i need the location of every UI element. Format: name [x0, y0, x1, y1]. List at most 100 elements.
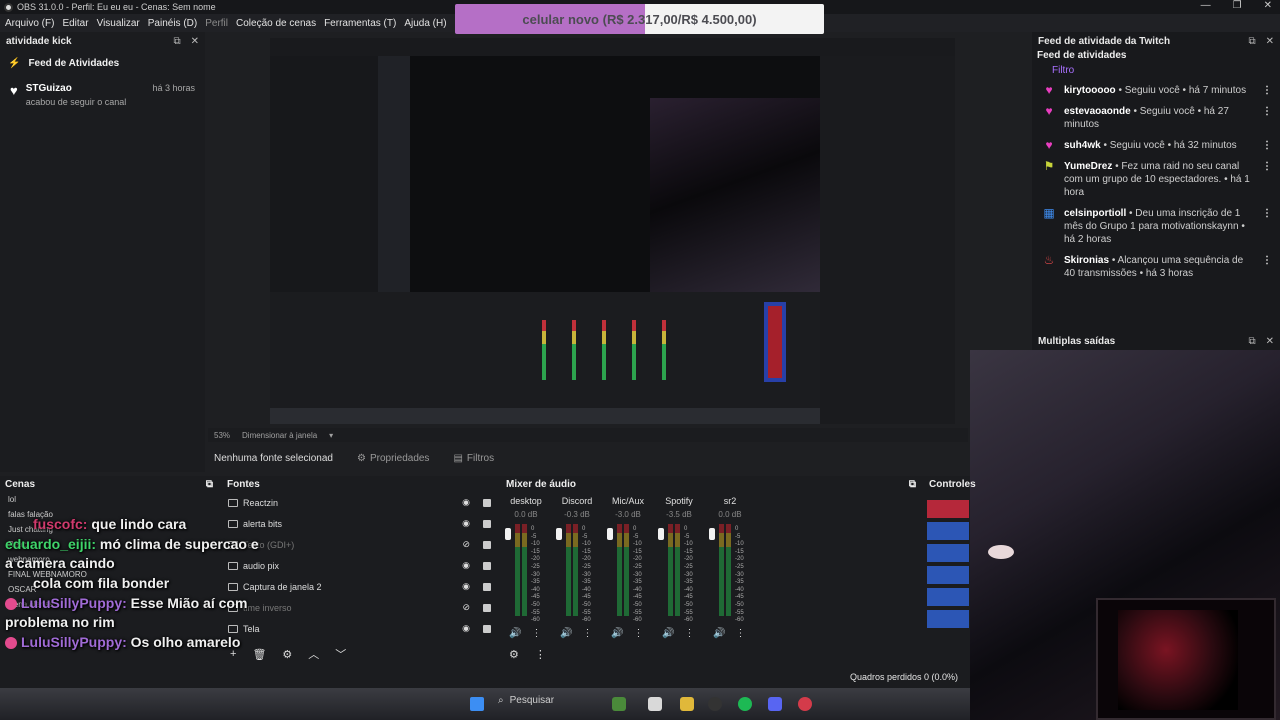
volume-fader[interactable] — [607, 528, 613, 540]
mixer-settings-icon[interactable]: ⚙ — [509, 648, 519, 661]
channel-name: sr2 — [723, 496, 737, 506]
undock-icon[interactable]: ⧉ — [1248, 36, 1255, 47]
eye-icon[interactable]: ◉ — [462, 581, 470, 592]
close-icon[interactable]: ✕ — [1266, 36, 1274, 47]
menu-view[interactable]: Visualizar — [97, 18, 140, 29]
eye-icon[interactable]: ◉ — [462, 518, 470, 529]
menu-edit[interactable]: Editar — [62, 18, 88, 29]
scale-mode-select[interactable]: Dimensionar à janela — [242, 431, 317, 440]
speaker-icon[interactable]: 🔊 — [509, 628, 521, 639]
scene-item[interactable]: lol — [0, 492, 218, 507]
controls-title: Controles — [929, 478, 976, 490]
taskbar-search[interactable]: ⌕ Pesquisar — [498, 695, 554, 706]
speaker-icon[interactable]: 🔊 — [713, 628, 725, 639]
multi-dock-header: Multiplas saídas ⧉ ✕ — [1032, 332, 1280, 350]
level-meter — [624, 524, 629, 616]
close-window-button[interactable]: ✕ — [1264, 0, 1272, 11]
file-app-icon[interactable] — [648, 697, 662, 711]
multi-dock-title: Multiplas saídas — [1038, 335, 1116, 347]
eye-icon[interactable]: ◉ — [462, 623, 470, 634]
nested-meter — [602, 320, 606, 380]
volume-fader[interactable] — [658, 528, 664, 540]
menu-scene-collection[interactable]: Coleção de cenas — [236, 18, 316, 29]
channel-menu-icon[interactable]: ⋮ — [582, 628, 592, 639]
volume-fader[interactable] — [556, 528, 562, 540]
exit-button[interactable] — [927, 610, 969, 628]
twitch-dock-header: Feed de atividade da Twitch ⧉ ✕ — [1032, 32, 1280, 50]
more-options-icon[interactable]: ⋮ — [1262, 254, 1272, 280]
twitch-feed-text: kirytooooo • Seguiu você • há 7 minutos — [1064, 84, 1256, 97]
channel-menu-icon[interactable]: ⋮ — [735, 628, 745, 639]
undock-icon[interactable]: ⧉ — [1248, 336, 1255, 347]
menu-docks[interactable]: Painéis (D) — [148, 18, 197, 29]
twitch-filter-link[interactable]: Filtro — [1032, 61, 1280, 80]
menu-tools[interactable]: Ferramentas (T) — [324, 18, 396, 29]
move-down-button[interactable]: ﹀ — [335, 646, 346, 662]
start-recording-button[interactable] — [927, 522, 969, 540]
discord-icon[interactable] — [768, 697, 782, 711]
lock-icon[interactable] — [483, 582, 491, 591]
speaker-icon[interactable]: 🔊 — [560, 628, 572, 639]
undock-icon[interactable]: ⧉ — [206, 479, 213, 490]
move-up-button[interactable]: ︿ — [308, 646, 319, 662]
spotify-icon[interactable] — [738, 697, 752, 711]
undock-icon[interactable]: ⧉ — [173, 36, 180, 47]
source-item[interactable]: Reactzin ◉ — [222, 492, 497, 513]
lock-icon[interactable] — [483, 540, 491, 549]
minimize-button[interactable]: — — [1201, 0, 1211, 11]
source-settings-button[interactable]: ⚙ — [282, 648, 292, 661]
more-options-icon[interactable]: ⋮ — [1262, 160, 1272, 199]
channel-db: 0.0 dB — [718, 510, 742, 519]
lock-icon[interactable] — [483, 498, 491, 507]
game-app-icon[interactable] — [612, 697, 626, 711]
close-icon[interactable]: ✕ — [191, 36, 199, 47]
volume-fader[interactable] — [505, 528, 511, 540]
speaker-icon[interactable]: 🔊 — [662, 628, 674, 639]
obs-taskbar-icon[interactable] — [708, 697, 722, 711]
chevron-down-icon[interactable]: ▾ — [329, 431, 333, 440]
maximize-button[interactable]: ❐ — [1233, 0, 1242, 11]
eye-slash-icon[interactable]: ⊘ — [462, 539, 470, 550]
twitch-feed-item: ♥ estevaoaonde • Seguiu você • há 27 minu… — [1032, 101, 1280, 135]
eye-icon[interactable]: ◉ — [462, 497, 470, 508]
volume-fader[interactable] — [709, 528, 715, 540]
virtual-camera-button[interactable] — [927, 544, 969, 562]
undock-icon[interactable]: ⧉ — [909, 479, 916, 490]
menu-help[interactable]: Ajuda (H) — [404, 18, 446, 29]
folder-icon[interactable] — [680, 697, 694, 711]
no-source-label: Nenhuma fonte selecionad — [214, 452, 333, 464]
lock-icon[interactable] — [483, 519, 491, 528]
more-options-icon[interactable]: ⋮ — [1262, 207, 1272, 246]
more-options-icon[interactable]: ⋮ — [1262, 105, 1272, 131]
twitch-feed-item: ⚑ YumeDrez • Fez uma raid no seu canal co… — [1032, 156, 1280, 203]
lock-icon[interactable] — [483, 603, 491, 612]
close-icon[interactable]: ✕ — [1266, 336, 1274, 347]
more-options-icon[interactable]: ⋮ — [1262, 139, 1272, 152]
more-options-icon[interactable]: ⋮ — [1262, 84, 1272, 97]
menu-profile[interactable]: Perfil — [205, 18, 228, 29]
zoom-level[interactable]: 53% — [214, 431, 230, 440]
eye-slash-icon[interactable]: ⊘ — [462, 602, 470, 613]
heart-icon: ♥ — [1045, 138, 1053, 152]
studio-mode-button[interactable] — [927, 566, 969, 584]
app-icon[interactable] — [798, 697, 812, 711]
eye-icon[interactable]: ◉ — [462, 560, 470, 571]
lock-icon[interactable] — [483, 624, 491, 633]
preview-status-row: 53% Dimensionar à janela ▾ — [208, 428, 968, 442]
chat-username: LuluSillyPuppy: — [21, 634, 127, 650]
channel-menu-icon[interactable]: ⋮ — [531, 628, 541, 639]
program-preview[interactable] — [270, 38, 955, 424]
settings-button[interactable] — [927, 588, 969, 606]
filters-button[interactable]: ▤ Filtros — [453, 453, 494, 464]
channel-menu-icon[interactable]: ⋮ — [684, 628, 694, 639]
kick-feed-user: STGuizao — [25, 83, 72, 94]
start-streaming-button[interactable] — [927, 500, 969, 518]
lock-icon[interactable] — [483, 561, 491, 570]
gift-icon: ▦ — [1043, 206, 1055, 220]
channel-menu-icon[interactable]: ⋮ — [633, 628, 643, 639]
properties-button[interactable]: ⚙ Propriedades — [357, 453, 429, 464]
windows-start-icon[interactable] — [470, 697, 484, 711]
speaker-icon[interactable]: 🔊 — [611, 628, 623, 639]
menu-file[interactable]: Arquivo (F) — [5, 18, 54, 29]
mixer-menu-icon[interactable]: ⋮ — [535, 648, 546, 661]
